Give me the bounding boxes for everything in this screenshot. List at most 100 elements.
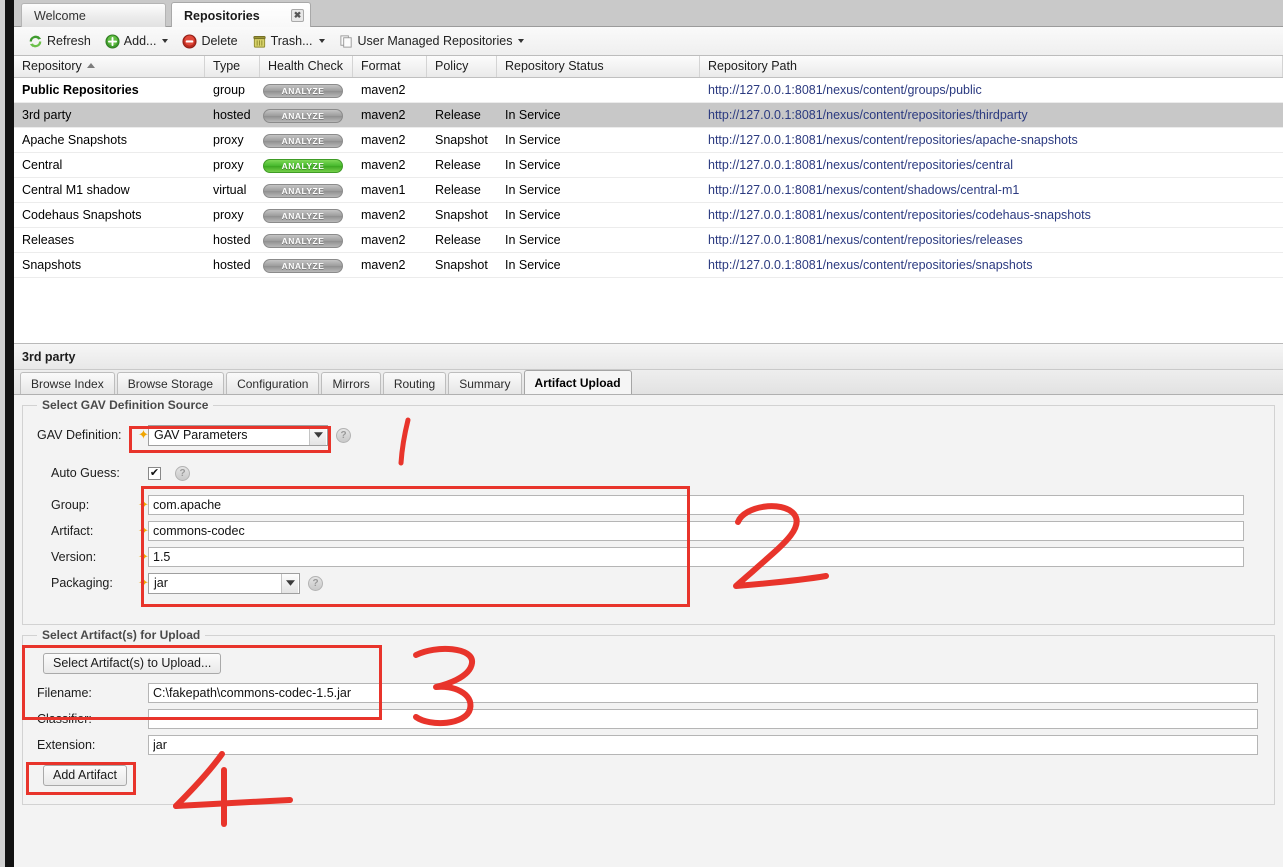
cell-format: maven2 [361, 158, 406, 172]
select-artifacts-button[interactable]: Select Artifact(s) to Upload... [43, 652, 222, 674]
version-label: Version: [51, 550, 97, 564]
table-row[interactable]: 3rd party hosted ANALYZE maven2 Release In Se… [14, 103, 1283, 128]
column-header-repository[interactable]: Repository [14, 56, 205, 77]
sort-ascending-icon [86, 63, 95, 68]
tab-routing[interactable]: Routing [382, 372, 447, 394]
cell-format: maven1 [361, 183, 406, 197]
cell-repository-name: Snapshots [22, 258, 82, 272]
gav-definition-select[interactable]: GAV Parameters [148, 424, 328, 446]
user-managed-repositories-label: User Managed Repositories [357, 34, 513, 48]
chevron-down-icon[interactable] [281, 573, 298, 593]
analyze-button[interactable]: ANALYZE [263, 208, 343, 223]
cell-repository-path[interactable]: http://127.0.0.1:8081/nexus/content/repo… [700, 108, 1283, 122]
tab-browse-storage[interactable]: Browse Storage [116, 372, 225, 394]
tab-configuration[interactable]: Configuration [226, 372, 320, 394]
tab-artifact-upload[interactable]: Artifact Upload [523, 370, 632, 394]
cell-repository-status: In Service [505, 208, 561, 222]
tab-label: Routing [393, 376, 436, 391]
tab-browse-index[interactable]: Browse Index [20, 372, 115, 394]
window-tab-welcome[interactable]: Welcome [21, 3, 166, 27]
column-header-type[interactable]: Type [205, 56, 260, 77]
column-header-repository-status[interactable]: Repository Status [497, 56, 700, 77]
window-tab-repositories[interactable]: Repositories ✖ [171, 2, 311, 28]
artifact-input[interactable] [148, 521, 1244, 541]
table-row[interactable]: Central M1 shadow virtual ANALYZE maven1 Rel… [14, 178, 1283, 203]
table-row[interactable]: Central proxy ANALYZE maven2 Release In Servi… [14, 153, 1283, 178]
tab-mirrors[interactable]: Mirrors [321, 372, 381, 394]
cell-format: maven2 [361, 208, 406, 222]
table-row[interactable]: Releases hosted ANALYZE maven2 Release In Ser… [14, 228, 1283, 253]
app-root: Welcome Repositories ✖ Refresh Add... De… [0, 0, 1283, 867]
analyze-button[interactable]: ANALYZE [263, 258, 343, 273]
table-row[interactable]: Public Repositories group ANALYZE maven2 htt… [14, 78, 1283, 103]
packaging-select[interactable]: jar [148, 572, 300, 594]
required-marker: ✦ [138, 427, 149, 442]
chevron-down-icon[interactable] [309, 425, 326, 445]
cell-repository-path[interactable]: http://127.0.0.1:8081/nexus/content/repo… [700, 208, 1283, 222]
add-button[interactable]: Add... [99, 31, 175, 52]
cell-format: maven2 [361, 108, 406, 122]
delete-button[interactable]: Delete [176, 31, 243, 52]
analyze-button[interactable]: ANALYZE [263, 183, 343, 198]
tab-label: Browse Index [31, 376, 104, 391]
analyze-button[interactable]: ANALYZE [263, 83, 343, 98]
column-header-policy[interactable]: Policy [427, 56, 497, 77]
packaging-help-icon[interactable]: ? [308, 575, 323, 591]
extension-label: Extension: [37, 738, 96, 752]
cell-health-check: ANALYZE [260, 233, 353, 248]
cell-repository-path[interactable]: http://127.0.0.1:8081/nexus/content/shad… [700, 183, 1283, 197]
cell-repository-path[interactable]: http://127.0.0.1:8081/nexus/content/repo… [700, 258, 1283, 272]
cell-format: maven2 [361, 258, 406, 272]
close-icon[interactable]: ✖ [291, 9, 304, 22]
artifact-upload-panel: Select GAV Definition Source GAV Definit… [14, 395, 1283, 867]
analyze-button[interactable]: ANALYZE [263, 158, 343, 173]
cell-repository-path[interactable]: http://127.0.0.1:8081/nexus/content/repo… [700, 158, 1283, 172]
cell-policy: Release [435, 183, 481, 197]
cell-policy: Snapshot [435, 258, 488, 272]
gav-definition-value: GAV Parameters [154, 428, 248, 442]
table-row[interactable]: Codehaus Snapshots proxy ANALYZE maven2 Snap… [14, 203, 1283, 228]
auto-guess-checkbox[interactable]: ✔ [148, 466, 161, 480]
cell-policy: Snapshot [435, 133, 488, 147]
detail-panel-title: 3rd party [14, 343, 1283, 370]
analyze-button[interactable]: ANALYZE [263, 233, 343, 248]
column-header-repository-path[interactable]: Repository Path [700, 56, 1283, 77]
window-left-gutter [0, 0, 14, 867]
tab-label: Artifact Upload [534, 375, 621, 390]
gav-definition-help-icon[interactable]: ? [336, 427, 351, 443]
cell-health-check: ANALYZE [260, 258, 353, 273]
classifier-input[interactable] [148, 709, 1258, 729]
upload-fieldset-legend: Select Artifact(s) for Upload [37, 628, 206, 642]
refresh-label: Refresh [47, 34, 91, 48]
analyze-button[interactable]: ANALYZE [263, 133, 343, 148]
auto-guess-help-icon[interactable]: ? [175, 465, 190, 481]
version-input[interactable] [148, 547, 1244, 567]
packaging-value: jar [154, 576, 168, 590]
chevron-down-icon [318, 39, 325, 43]
cell-health-check: ANALYZE [260, 108, 353, 123]
cell-repository-path[interactable]: http://127.0.0.1:8081/nexus/content/repo… [700, 233, 1283, 247]
tab-summary[interactable]: Summary [448, 372, 522, 394]
column-header-health-check[interactable]: Health Check [260, 56, 353, 77]
analyze-button[interactable]: ANALYZE [263, 108, 343, 123]
delete-icon [182, 33, 197, 49]
filename-input[interactable] [148, 683, 1258, 703]
group-input[interactable] [148, 495, 1244, 515]
window-tab-repositories-label: Repositories [184, 8, 260, 23]
refresh-icon [28, 34, 43, 49]
table-row[interactable]: Snapshots hosted ANALYZE maven2 Snapshot In S… [14, 253, 1283, 278]
cell-policy: Snapshot [435, 208, 488, 222]
user-managed-repositories-button[interactable]: User Managed Repositories [333, 31, 531, 52]
filename-label: Filename: [37, 686, 92, 700]
cell-health-check: ANALYZE [260, 183, 353, 198]
cell-repository-path[interactable]: http://127.0.0.1:8081/nexus/content/grou… [700, 83, 1283, 97]
cell-type: hosted [213, 258, 251, 272]
cell-repository-status: In Service [505, 133, 561, 147]
column-header-format[interactable]: Format [353, 56, 427, 77]
refresh-button[interactable]: Refresh [22, 31, 97, 52]
add-artifact-button[interactable]: Add Artifact [43, 764, 127, 786]
trash-button[interactable]: Trash... [246, 31, 331, 52]
table-row[interactable]: Apache Snapshots proxy ANALYZE maven2 Snapsh… [14, 128, 1283, 153]
cell-repository-path[interactable]: http://127.0.0.1:8081/nexus/content/repo… [700, 133, 1283, 147]
extension-input[interactable] [148, 735, 1258, 755]
